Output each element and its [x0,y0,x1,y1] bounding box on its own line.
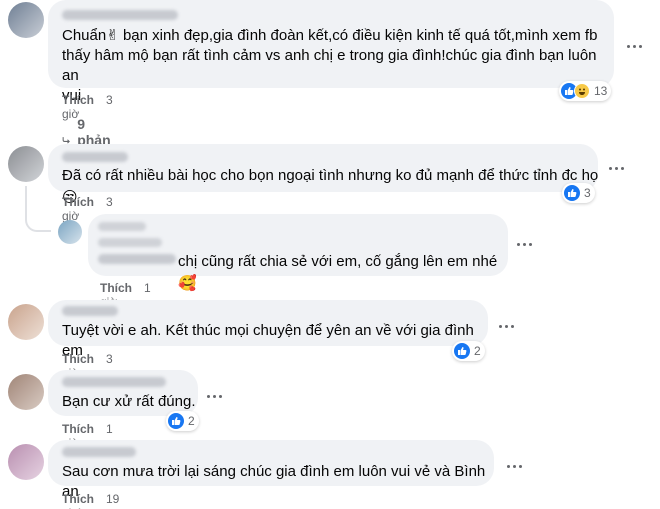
thread-connector [25,186,51,232]
reaction-summary[interactable]: 2 [452,341,485,361]
comment-text: Bạn cư xử rất đúng. [62,393,196,410]
like-button[interactable]: Thích [62,492,94,506]
commenter-name[interactable] [62,10,178,20]
comment-text: Chuẩn✌ bạn xinh đẹp,gia đình đoàn kết,có… [62,27,598,104]
commenter-name[interactable] [62,152,128,162]
reaction-summary[interactable]: 3 [562,183,595,203]
like-button[interactable]: Thích [62,352,94,366]
avatar[interactable] [8,2,44,38]
comment-text: Đã có rất nhiều bài học cho bọn ngoại tì… [62,167,599,206]
reaction-count: 2 [474,344,481,358]
quoted-name [98,222,146,231]
commenter-name[interactable] [62,377,166,387]
avatar[interactable] [8,304,44,340]
more-options-button[interactable] [514,234,534,254]
avatar[interactable] [8,146,44,182]
quoted-name [98,238,162,247]
reaction-count: 13 [594,84,608,98]
haha-icon [574,83,590,99]
avatar[interactable] [8,374,44,410]
avatar[interactable] [8,444,44,480]
reaction-count: 2 [188,414,195,428]
like-icon [564,185,580,201]
comment-text: Tuyệt vời e ah. Kết thúc mọi chuyện để y… [62,322,479,359]
commenter-name[interactable] [62,306,118,316]
commenter-name[interactable] [62,447,136,457]
like-button[interactable]: Thích [62,93,94,107]
avatar[interactable] [58,220,82,244]
reaction-count: 3 [584,186,591,200]
like-icon [168,413,184,429]
comment-text: chị cũng rất chia sẻ với em, cố gắng lên… [178,253,498,292]
smiling-hearts-emoji: 🥰 [178,275,197,292]
like-button[interactable]: Thích [62,195,94,209]
more-options-button[interactable] [204,386,224,406]
more-options-button[interactable] [624,36,644,56]
like-button[interactable]: Thích [100,281,132,295]
commenter-name[interactable] [98,254,176,264]
like-icon [454,343,470,359]
more-options-button[interactable] [606,158,626,178]
comment-meta: Thích19 phút [62,492,119,509]
reaction-summary[interactable]: 13 [559,81,612,101]
like-button[interactable]: Thích [62,422,94,436]
reaction-summary[interactable]: 2 [166,411,199,431]
comment-text: Sau cơn mưa trời lại sáng chúc gia đình … [62,463,490,500]
more-options-button[interactable] [496,316,516,336]
more-options-button[interactable] [504,456,524,476]
